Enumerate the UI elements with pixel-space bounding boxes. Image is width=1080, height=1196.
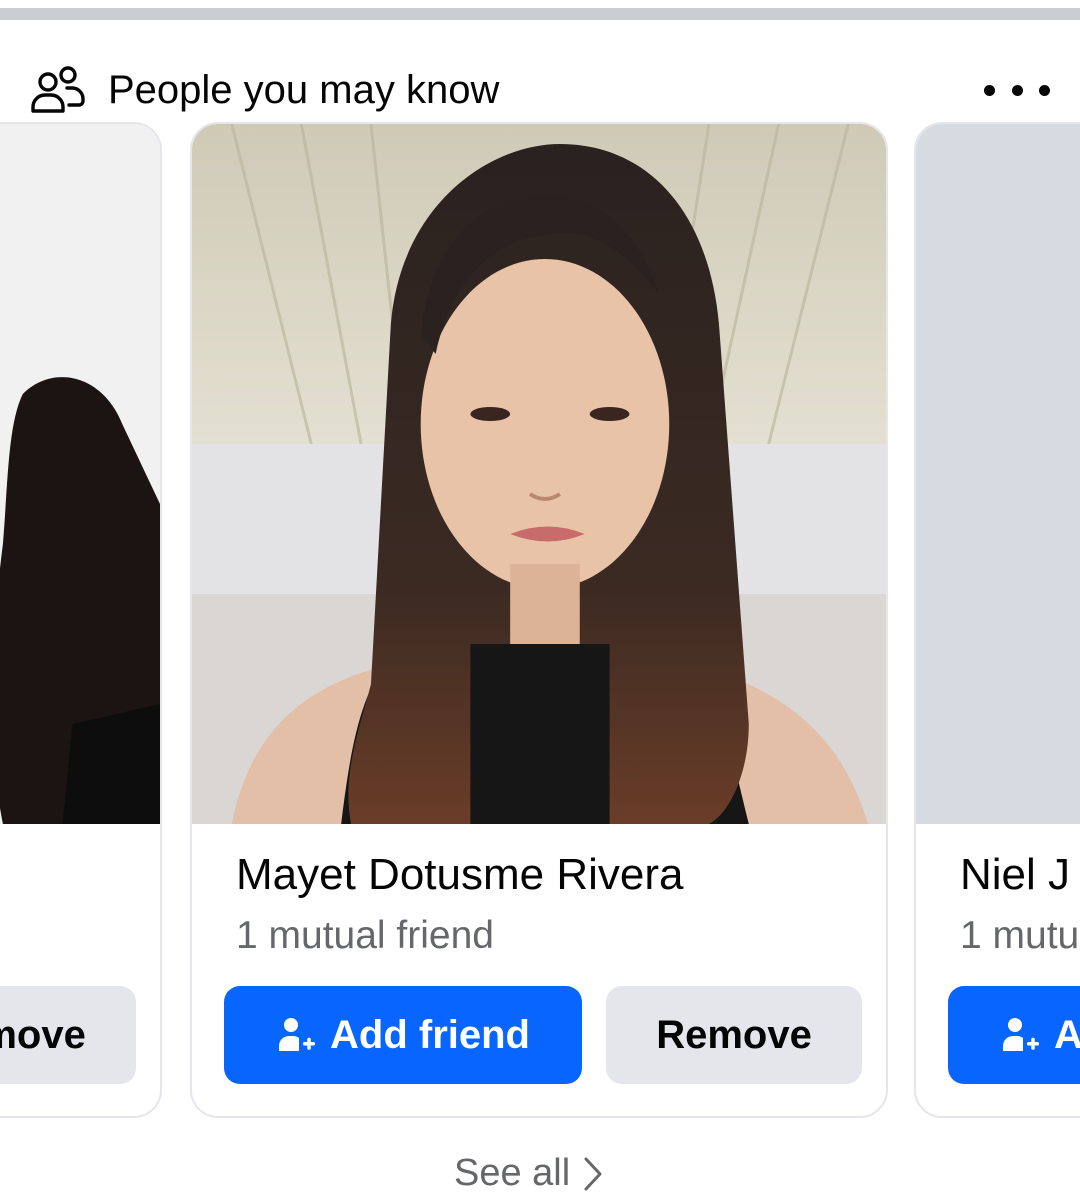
section-divider <box>0 8 1080 20</box>
more-options-icon[interactable] <box>984 72 1050 108</box>
remove-button-label: Remove <box>656 1012 812 1057</box>
see-all-label: See all <box>454 1152 571 1194</box>
suggestion-name[interactable]: Niel J <box>960 850 1070 900</box>
profile-photo[interactable] <box>192 124 886 824</box>
profile-photo[interactable] <box>916 124 1080 824</box>
chevron-right-icon <box>584 1157 602 1190</box>
remove-button[interactable]: Remove <box>0 986 136 1084</box>
suggestion-name[interactable]: Mayet Dotusme Rivera <box>236 850 683 900</box>
add-friend-button[interactable]: Add friend <box>948 986 1080 1084</box>
section-title: People you may know <box>108 68 500 112</box>
remove-button-label: Remove <box>0 1012 86 1057</box>
add-friend-icon <box>1003 1018 1039 1051</box>
suggestion-card: Niel J 1 mutual friend Add friend <box>914 122 1080 1118</box>
mutual-friends-count: 1 mutual friend <box>236 914 494 957</box>
add-friend-label: Add friend <box>330 1012 530 1057</box>
people-you-may-know-header: People you may know <box>0 20 1080 120</box>
add-friend-icon <box>279 1018 315 1051</box>
add-friend-button[interactable]: Add friend <box>224 986 582 1084</box>
remove-button[interactable]: Remove <box>606 986 862 1084</box>
mutual-friends-count: 1 mutual friend <box>960 914 1080 957</box>
suggestion-card: Mayet Dotusme Rivera 1 mutual friend Add… <box>190 122 888 1118</box>
people-icon <box>31 66 85 113</box>
see-all-link[interactable]: See all <box>454 1152 604 1195</box>
profile-photo[interactable] <box>0 124 160 824</box>
suggestions-carousel[interactable]: Remove <box>0 120 1080 1125</box>
suggestion-card: Remove <box>0 122 162 1118</box>
add-friend-label: Add friend <box>1054 1013 1080 1058</box>
